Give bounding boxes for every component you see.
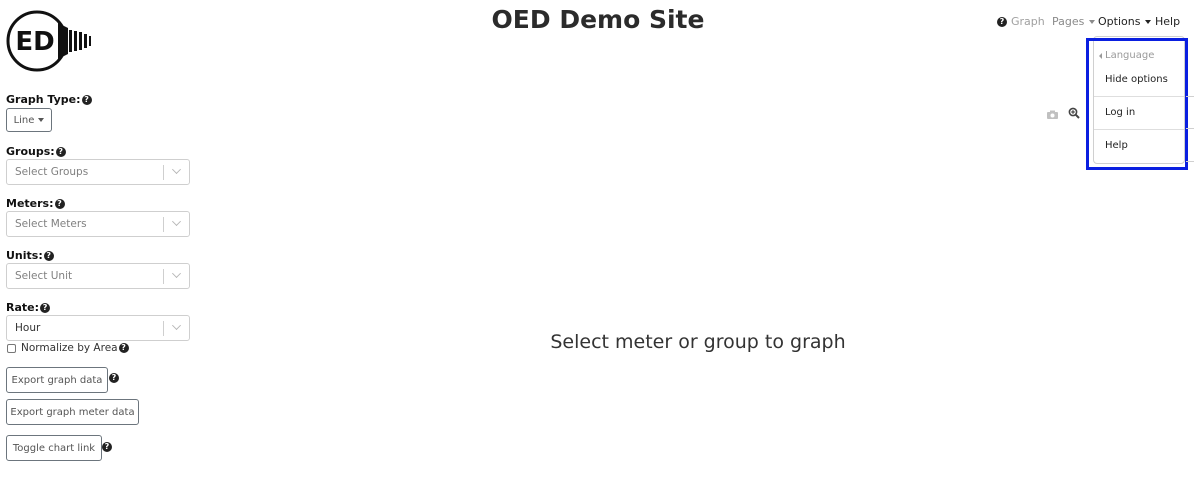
select-separator xyxy=(163,321,164,336)
caret-down-icon xyxy=(1089,19,1096,24)
zoom-icon[interactable] xyxy=(1068,107,1080,122)
question-circle-icon[interactable]: ? xyxy=(54,198,65,209)
normalize-label: Normalize by Area ? xyxy=(21,342,129,354)
units-label: Units: ? xyxy=(6,249,54,262)
question-circle-icon[interactable]: ? xyxy=(109,373,119,383)
graph-type-label-text: Graph Type: xyxy=(6,93,81,106)
question-circle-icon[interactable]: ? xyxy=(118,343,129,353)
select-separator xyxy=(163,165,164,180)
question-circle-icon: ? xyxy=(997,16,1007,27)
meters-placeholder: Select Meters xyxy=(15,218,87,230)
meters-label: Meters: ? xyxy=(6,197,65,210)
nav-options-dropdown[interactable]: Options xyxy=(1098,15,1152,28)
question-circle-icon[interactable]: ? xyxy=(81,94,92,105)
chevron-down-icon[interactable] xyxy=(172,217,181,226)
graph-type-label: Graph Type: ? xyxy=(6,93,92,106)
camera-icon[interactable] xyxy=(1047,109,1058,122)
rate-label-text: Rate: xyxy=(6,301,40,314)
oed-logo: ED xyxy=(6,10,98,72)
empty-graph-message: Select meter or group to graph xyxy=(550,331,846,353)
groups-select[interactable]: Select Groups xyxy=(6,159,190,185)
toggle-chart-link-button[interactable]: Toggle chart link xyxy=(6,435,102,461)
nav-pages-label: Pages xyxy=(1052,15,1085,28)
normalize-checkbox[interactable] xyxy=(7,344,16,353)
rate-label: Rate: ? xyxy=(6,301,51,314)
select-separator xyxy=(163,217,164,232)
divider xyxy=(1186,96,1194,97)
nav-graph-label: Graph xyxy=(1011,15,1045,28)
chevron-down-icon[interactable] xyxy=(172,165,181,174)
divider xyxy=(1186,128,1194,129)
caret-down-icon xyxy=(1145,19,1152,24)
divider xyxy=(1186,161,1194,162)
question-circle-icon[interactable]: ? xyxy=(40,302,51,313)
groups-label: Groups: ? xyxy=(6,145,66,158)
meters-label-text: Meters: xyxy=(6,197,54,210)
graph-type-dropdown[interactable]: Line xyxy=(6,108,52,132)
page-title: OED Demo Site xyxy=(491,5,705,34)
groups-label-text: Groups: xyxy=(6,145,55,158)
rate-select[interactable]: Hour xyxy=(6,315,190,341)
export-graph-meter-data-button[interactable]: Export graph meter data xyxy=(6,399,139,425)
units-select[interactable]: Select Unit xyxy=(6,263,190,289)
question-circle-icon[interactable]: ? xyxy=(102,442,112,452)
graph-type-value: Line xyxy=(13,114,35,126)
question-circle-icon[interactable]: ? xyxy=(43,250,54,261)
units-label-text: Units: xyxy=(6,249,43,262)
export-graph-data-button[interactable]: Export graph data xyxy=(6,367,108,393)
units-placeholder: Select Unit xyxy=(15,270,73,282)
nav-graph[interactable]: ? Graph xyxy=(997,15,1045,28)
chevron-down-icon[interactable] xyxy=(172,269,181,278)
selection-highlight xyxy=(1086,38,1188,170)
logo-text: ED xyxy=(15,27,54,57)
meters-select[interactable]: Select Meters xyxy=(6,211,190,237)
nav-options-label: Options xyxy=(1098,15,1141,28)
nav-pages-dropdown[interactable]: Pages xyxy=(1052,15,1096,28)
normalize-label-text: Normalize by Area xyxy=(21,342,118,354)
caret-down-icon xyxy=(38,118,45,122)
nav-help[interactable]: Help xyxy=(1155,15,1180,28)
chevron-down-icon[interactable] xyxy=(172,321,181,330)
groups-placeholder: Select Groups xyxy=(15,166,89,178)
rate-value: Hour xyxy=(15,322,41,334)
question-circle-icon[interactable]: ? xyxy=(55,146,66,157)
select-separator xyxy=(163,269,164,284)
